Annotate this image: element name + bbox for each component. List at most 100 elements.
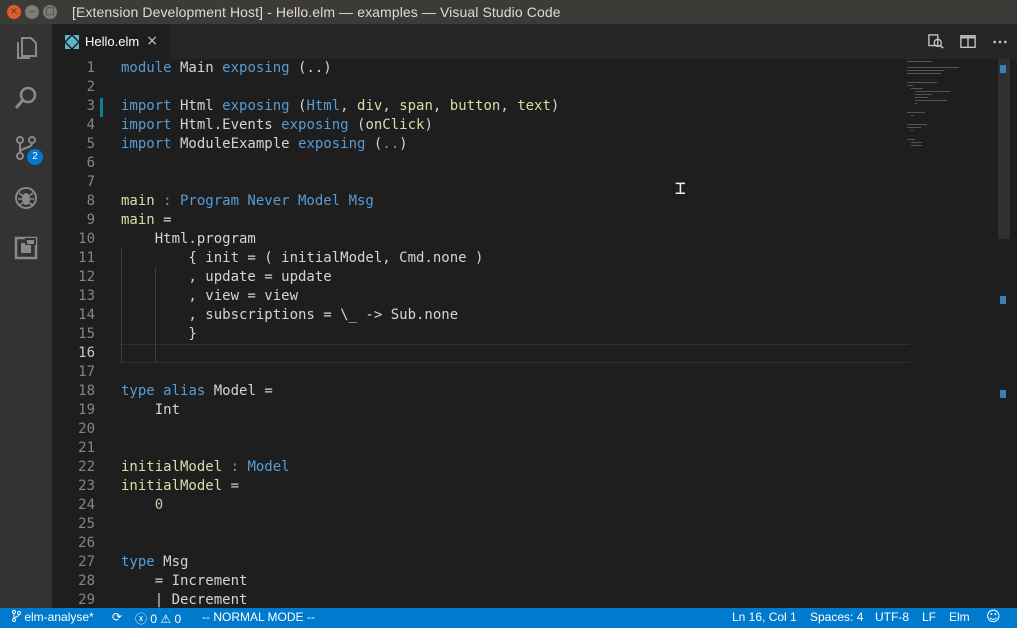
minimize-window-icon[interactable]: – [25,5,39,19]
cursor-position[interactable]: Ln 16, Col 1 [732,610,797,624]
split-editor-icon[interactable] [959,33,977,51]
code-line[interactable]: 18 type alias Model = [52,382,912,401]
code-text: Int [121,402,181,418]
minimap-line [907,73,941,74]
code-line[interactable]: 3 import Html exposing (Html, div, span, … [52,97,912,116]
activity-bar: 2 [0,24,52,608]
overview-ruler-mark [1000,390,1006,398]
code-text: initialModel = [121,478,240,494]
code-line[interactable]: 24 0 [52,496,912,515]
window-controls: × – □ [7,5,57,19]
line-number: 9 [86,212,95,228]
minimap[interactable] [907,59,1002,179]
maximize-window-icon[interactable]: □ [43,5,57,19]
code-line[interactable]: 6 [52,154,912,173]
line-number: 5 [86,136,95,152]
code-line[interactable]: 2 [52,78,912,97]
code-line[interactable]: 26 [52,534,912,553]
code-text: | Decrement [121,592,248,608]
line-number: 14 [78,307,95,323]
title-bar: × – □ [Extension Development Host] - Hel… [0,0,1017,24]
code-line[interactable]: 27 type Msg [52,553,912,572]
status-bar: elm-analyse* ⟳ ⓧ 0 ⚠ 0 -- NORMAL MODE --… [0,608,1017,628]
minimap-line [911,115,914,116]
sync-icon[interactable]: ⟳ [112,610,122,624]
explorer-button[interactable] [0,24,52,72]
code-line[interactable]: 9 main = [52,211,912,230]
line-number: 27 [78,554,95,570]
minimap-line [915,91,950,92]
line-number: 21 [78,440,95,456]
minimap-line [907,67,959,68]
minimap-line [915,100,947,101]
code-text: import Html.Events exposing (onClick) [121,117,433,133]
minimap-line [907,112,925,113]
code-line[interactable]: 1 module Main exposing (..) [52,59,912,78]
code-text: import Html exposing (Html, div, span, b… [121,98,560,114]
code-line[interactable]: 10 Html.program [52,230,912,249]
line-number: 7 [86,174,95,190]
minimap-line [911,88,923,89]
code-line[interactable]: 7 [52,173,912,192]
extensions-button[interactable] [0,224,52,272]
line-number: 28 [78,573,95,589]
feedback-smiley-icon[interactable]: ☺ [986,609,1001,625]
code-line[interactable]: 21 [52,439,912,458]
open-changes-icon[interactable] [927,33,945,51]
code-line[interactable]: 28 = Increment [52,572,912,591]
code-line[interactable]: 29 | Decrement [52,591,912,608]
tab-label: Hello.elm [85,34,140,49]
tab-hello-elm[interactable]: Hello.elm × [52,24,170,59]
code-line[interactable]: 8 main : Program Never Model Msg [52,192,912,211]
code-text: initialModel : Model [121,459,290,475]
code-line[interactable]: 12 , update = update [52,268,912,287]
code-text: , subscriptions = \_ -> Sub.none [121,307,459,323]
line-number: 17 [78,364,95,380]
code-text: main = [121,212,172,228]
minimap-line [907,70,944,71]
code-line[interactable]: 25 [52,515,912,534]
code-line[interactable]: 20 [52,420,912,439]
problems-indicator[interactable]: ⓧ 0 ⚠ 0 [135,610,181,627]
elm-file-icon [65,34,79,49]
close-window-icon[interactable]: × [7,5,21,19]
search-button[interactable] [0,74,52,122]
line-number: 2 [86,79,95,95]
code-line[interactable]: 22 initialModel : Model [52,458,912,477]
code-text: 0 [154,497,164,513]
code-line[interactable]: 4 import Html.Events exposing (onClick) [52,116,912,135]
code-line[interactable]: 15 } [52,325,912,344]
minimap-line [907,85,913,86]
code-text: module Main exposing (..) [121,60,332,76]
code-line[interactable]: 13 , view = view [52,287,912,306]
more-actions-icon[interactable] [991,33,1009,51]
code-text: type Msg [121,554,189,570]
branch-icon [12,610,21,622]
debug-button[interactable] [0,174,52,222]
code-line[interactable]: 5 import ModuleExample exposing (..) [52,135,912,154]
code-text: main : Program Never Model Msg [121,193,374,209]
line-number: 22 [78,459,95,475]
line-number: 18 [78,383,95,399]
code-line[interactable]: 16 [52,344,912,363]
code-line[interactable]: 23 initialModel = [52,477,912,496]
code-text: , view = view [121,288,299,304]
close-tab-icon[interactable]: × [146,33,158,49]
line-number: 3 [86,98,95,114]
code-line[interactable]: 11 { init = ( initialModel, Cmd.none ) [52,249,912,268]
warning-icon: ⚠ [160,612,172,626]
code-line[interactable]: 14 , subscriptions = \_ -> Sub.none [52,306,912,325]
language-mode[interactable]: Elm [949,610,970,624]
encoding[interactable]: UTF-8 [875,610,909,624]
source-control-button[interactable]: 2 [0,124,52,172]
line-number: 12 [78,269,95,285]
branch-indicator[interactable]: elm-analyse* [12,610,94,624]
line-number: 25 [78,516,95,532]
indentation[interactable]: Spaces: 4 [810,610,863,624]
code-line[interactable]: 17 [52,363,912,382]
line-ending[interactable]: LF [922,610,936,624]
code-line[interactable]: 19 Int [52,401,912,420]
minimap-line [911,145,922,146]
scrollbar-thumb[interactable] [998,59,1010,239]
code-editor[interactable]: 1 module Main exposing (..) 2 3 import Html … [52,59,1017,608]
